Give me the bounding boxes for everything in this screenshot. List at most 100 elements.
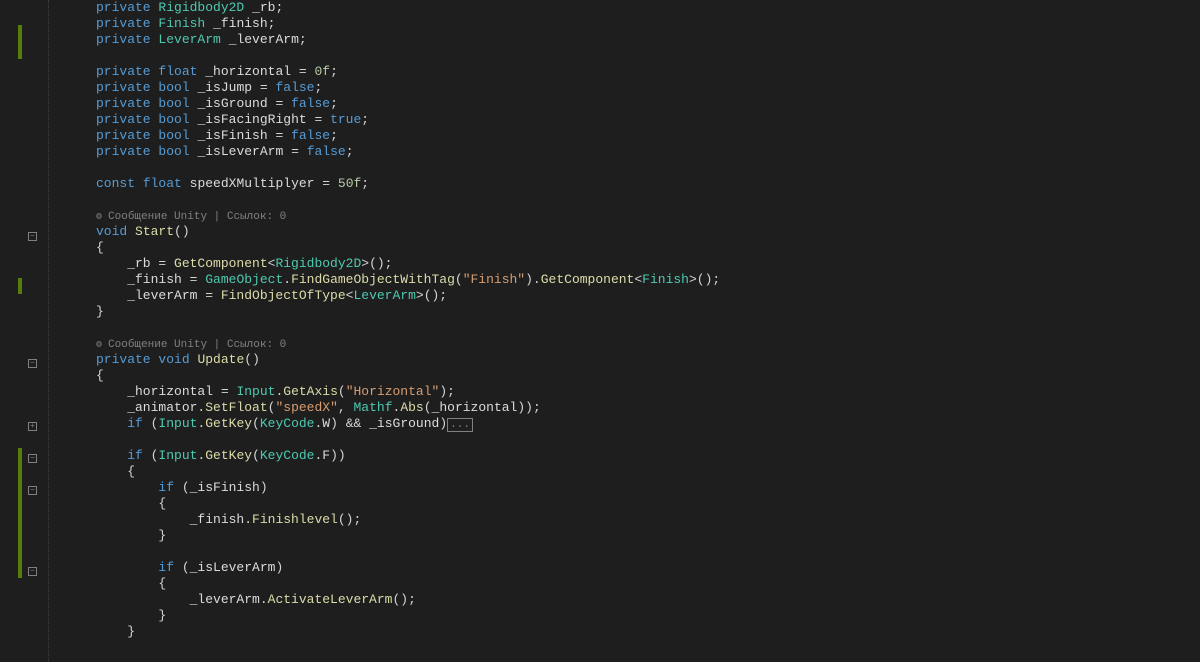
token-kw: if (96, 448, 143, 463)
token-str: "Finish" (463, 272, 525, 287)
token-op: ; (275, 0, 283, 15)
token-id2: F (322, 448, 330, 463)
code-line[interactable]: _leverArm.ActivateLeverArm(); (68, 592, 1200, 608)
code-line[interactable]: private bool _isFacingRight = true; (68, 112, 1200, 128)
code-line[interactable]: _leverArm = FindObjectOfType<LeverArm>()… (68, 288, 1200, 304)
code-line[interactable]: void Start() (68, 224, 1200, 240)
token-fn: GetComponent (541, 272, 635, 287)
token-id2: _horizontal (205, 64, 291, 79)
token-op: ( (338, 384, 346, 399)
codelens-gear-icon: ⚙ (96, 340, 108, 351)
code-line[interactable] (68, 160, 1200, 176)
code-line[interactable]: private Rigidbody2D _rb; (68, 0, 1200, 16)
token-id2: _finish (213, 16, 268, 31)
token-type: Input (158, 416, 197, 431)
token-num: 50f (338, 176, 361, 191)
token-str: "Horizontal" (346, 384, 440, 399)
code-editor-content[interactable]: private Rigidbody2D _rb;private Finish _… (68, 0, 1200, 662)
token-kw: float (143, 176, 182, 191)
token-num: 0f (314, 64, 330, 79)
token-op: = (213, 384, 236, 399)
token-op: = (314, 176, 337, 191)
token-op: < (634, 272, 642, 287)
token-kw: private (96, 144, 151, 159)
token-op: ; (330, 96, 338, 111)
code-line[interactable]: } (68, 304, 1200, 320)
code-line[interactable]: private float _horizontal = 0f; (68, 64, 1200, 80)
codelens-hint[interactable]: Сообщение Unity | Ссылок: 0 (108, 339, 286, 351)
code-line[interactable] (68, 192, 1200, 208)
code-line[interactable]: const float speedXMultiplyer = 50f; (68, 176, 1200, 192)
fold-button[interactable]: − (28, 486, 37, 495)
token-op: . (283, 272, 291, 287)
fold-button[interactable]: − (28, 567, 37, 576)
token-op: ). (525, 272, 541, 287)
code-line[interactable]: { (68, 368, 1200, 384)
token-kw: if (96, 416, 143, 431)
code-line[interactable]: private void Update() (68, 352, 1200, 368)
code-line[interactable]: if (Input.GetKey(KeyCode.F)) (68, 448, 1200, 464)
token-type: Mathf (354, 400, 393, 415)
token-kw: false (291, 128, 330, 143)
token-kw: const (96, 176, 135, 191)
token-op: ); (439, 384, 455, 399)
code-line[interactable] (68, 320, 1200, 336)
code-line[interactable]: ⚙ Сообщение Unity | Ссылок: 0 (68, 336, 1200, 352)
token-op: } (96, 528, 166, 543)
token-kw: private (96, 96, 151, 111)
code-line[interactable]: private LeverArm _leverArm; (68, 32, 1200, 48)
token-fn: Abs (400, 400, 423, 415)
token-kw: private (96, 80, 151, 95)
code-line[interactable]: { (68, 464, 1200, 480)
token-fn: Start (135, 224, 174, 239)
token-type: KeyCode (260, 448, 315, 463)
token-op: ( (252, 448, 260, 463)
code-line[interactable]: if (_isFinish) (68, 480, 1200, 496)
code-line[interactable] (68, 544, 1200, 560)
code-line[interactable]: private bool _isJump = false; (68, 80, 1200, 96)
token-kw: private (96, 112, 151, 127)
code-line[interactable]: { (68, 576, 1200, 592)
token-op: (); (338, 512, 361, 527)
code-line[interactable]: if (Input.GetKey(KeyCode.W) && _isGround… (68, 416, 1200, 432)
token-kw: private (96, 16, 151, 31)
code-line[interactable]: private bool _isGround = false; (68, 96, 1200, 112)
collapsed-region[interactable]: ... (447, 418, 473, 432)
code-line[interactable]: _animator.SetFloat("speedX", Mathf.Abs(_… (68, 400, 1200, 416)
code-line[interactable]: private bool _isFinish = false; (68, 128, 1200, 144)
code-line[interactable]: if (_isLeverArm) (68, 560, 1200, 576)
code-line[interactable]: _rb = GetComponent<Rigidbody2D>(); (68, 256, 1200, 272)
codelens-hint[interactable]: Сообщение Unity | Ссылок: 0 (108, 211, 286, 223)
token-op (182, 176, 190, 191)
code-line[interactable]: private bool _isLeverArm = false; (68, 144, 1200, 160)
token-id2: _isFinish (197, 128, 267, 143)
fold-button[interactable]: − (28, 359, 37, 368)
token-fn: FindObjectOfType (221, 288, 346, 303)
code-line[interactable]: _finish = GameObject.FindGameObjectWithT… (68, 272, 1200, 288)
token-op: { (96, 496, 166, 511)
code-line[interactable]: private Finish _finish; (68, 16, 1200, 32)
token-op: ; (314, 80, 322, 95)
token-op: . (244, 512, 252, 527)
token-kw: bool (158, 128, 189, 143)
code-line[interactable]: _horizontal = Input.GetAxis("Horizontal"… (68, 384, 1200, 400)
token-type: Rigidbody2D (158, 0, 244, 15)
code-line[interactable]: _finish.Finishlevel(); (68, 512, 1200, 528)
code-line[interactable]: { (68, 496, 1200, 512)
code-line[interactable]: } (68, 624, 1200, 640)
token-kw: void (96, 224, 127, 239)
code-line[interactable]: } (68, 608, 1200, 624)
token-id2: _rb (252, 0, 275, 15)
fold-button[interactable]: − (28, 232, 37, 241)
code-line[interactable]: { (68, 240, 1200, 256)
token-id2: _finish (96, 272, 182, 287)
fold-button[interactable]: − (28, 454, 37, 463)
token-op: ; (361, 112, 369, 127)
code-line[interactable]: ⚙ Сообщение Unity | Ссылок: 0 (68, 208, 1200, 224)
code-line[interactable]: } (68, 528, 1200, 544)
token-fn: GetComponent (174, 256, 268, 271)
code-line[interactable] (68, 432, 1200, 448)
fold-button[interactable]: + (28, 422, 37, 431)
token-op (135, 176, 143, 191)
code-line[interactable] (68, 48, 1200, 64)
